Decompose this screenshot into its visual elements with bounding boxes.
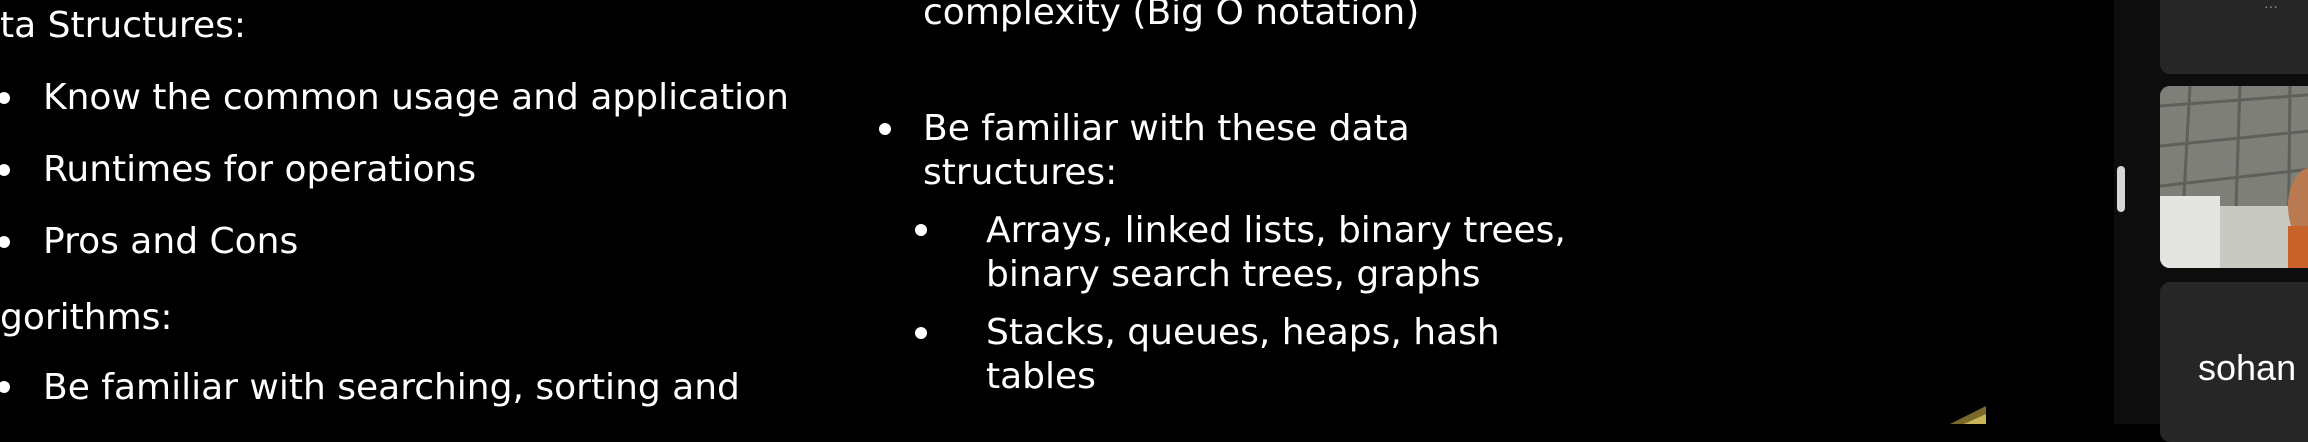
- panel-resize-handle[interactable]: [2117, 166, 2125, 212]
- complexity-text: complexity (Big O notation): [923, 0, 1420, 33]
- list-item: Pros and Cons: [43, 221, 299, 262]
- list-item: Be familiar with searching, sorting and: [43, 367, 740, 408]
- bullet-icon: [915, 327, 927, 339]
- bullet-icon: [879, 123, 891, 135]
- shared-screen-slide: ta Structures: Know the common usage and…: [0, 0, 2114, 424]
- slide-decoration-image: [1940, 400, 1986, 424]
- sub-list-item-continued: tables: [986, 356, 1096, 397]
- participant-video-tile[interactable]: [2160, 86, 2308, 268]
- bullet-icon: [915, 224, 927, 236]
- sub-list-item: Stacks, queues, heaps, hash: [986, 312, 1500, 353]
- heading-algorithms: gorithms:: [0, 297, 173, 338]
- heading-data-structures: ta Structures:: [0, 5, 246, 46]
- sub-list-item-continued: binary search trees, graphs: [986, 254, 1481, 295]
- list-item: Be familiar with these data: [923, 108, 1410, 149]
- list-item-continued: structures:: [923, 152, 1118, 193]
- list-item: Runtimes for operations: [43, 149, 477, 190]
- bullet-icon: [0, 164, 10, 176]
- participant-video-image: [2160, 86, 2308, 268]
- sub-list-item: Arrays, linked lists, binary trees,: [986, 210, 1566, 251]
- tile-label: …: [2264, 0, 2278, 12]
- list-item: Know the common usage and application: [43, 77, 789, 118]
- bullet-icon: [0, 92, 10, 104]
- bullet-icon: [0, 381, 10, 393]
- bullet-icon: [0, 236, 10, 248]
- participant-name-tile[interactable]: sohan: [2160, 282, 2308, 442]
- participant-name: sohan: [2198, 347, 2297, 388]
- participant-tile[interactable]: …: [2160, 0, 2308, 74]
